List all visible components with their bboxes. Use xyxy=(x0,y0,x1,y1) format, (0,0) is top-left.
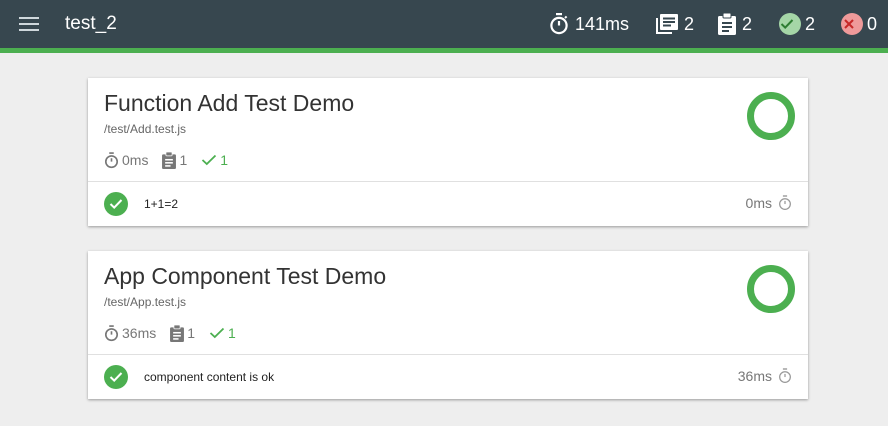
clipboard-icon xyxy=(162,151,177,169)
summary-suites-value: 2 xyxy=(684,13,695,34)
summary-tests: 2 xyxy=(718,10,752,38)
suite-duration: 36ms xyxy=(104,324,157,342)
suite-tests: 1 xyxy=(170,324,196,342)
clipboard-icon xyxy=(718,13,736,35)
suite-card: Function Add Test Demo /test/Add.test.js… xyxy=(88,78,808,226)
timer-icon xyxy=(779,368,791,383)
suite-stats: 0ms 1 1 xyxy=(104,150,242,170)
summary-failed-value: 0 xyxy=(867,13,878,34)
summary-passed: 2 xyxy=(779,10,815,38)
test-name: 1+1=2 xyxy=(144,197,179,211)
suite-tests-value: 1 xyxy=(179,152,188,168)
test-duration-value: 36ms xyxy=(737,368,772,384)
library-books-icon xyxy=(656,14,678,34)
pass-rate-donut xyxy=(747,265,795,313)
summary-failed: 0 xyxy=(841,10,877,38)
timer-icon xyxy=(104,151,119,168)
suite-stats: 36ms 1 1 xyxy=(104,323,250,343)
check-circle-icon xyxy=(104,365,128,389)
app-title: test_2 xyxy=(65,13,117,34)
timer-icon xyxy=(550,13,568,35)
test-row[interactable]: component content is ok 36ms xyxy=(88,355,808,399)
test-duration: 0ms xyxy=(746,195,792,211)
test-duration: 36ms xyxy=(738,368,792,384)
timer-icon xyxy=(104,324,119,341)
suite-duration-value: 0ms xyxy=(122,152,149,168)
check-circle-icon xyxy=(104,192,128,216)
pass-rate-donut xyxy=(747,92,795,140)
check-icon xyxy=(209,327,225,339)
suite-tests-value: 1 xyxy=(187,325,196,341)
summary-tests-value: 2 xyxy=(742,13,753,34)
check-icon xyxy=(202,154,217,166)
summary-suites: 2 xyxy=(656,10,694,38)
suite-card: App Component Test Demo /test/App.test.j… xyxy=(88,251,808,399)
suite-path: /test/Add.test.js xyxy=(104,122,187,136)
clipboard-icon xyxy=(170,324,185,342)
menu-icon[interactable] xyxy=(19,17,39,31)
close-circle-icon xyxy=(841,13,863,35)
suite-duration-value: 36ms xyxy=(122,325,157,341)
status-bar-accent xyxy=(0,48,888,53)
summary-duration: 141ms xyxy=(549,10,629,38)
test-row[interactable]: 1+1=2 0ms xyxy=(88,182,808,226)
top-app-bar: test_2 141ms 2 2 2 0 xyxy=(0,0,888,48)
suite-path: /test/App.test.js xyxy=(104,295,187,309)
suite-tests: 1 xyxy=(162,151,188,169)
suite-title: App Component Test Demo xyxy=(104,263,387,289)
test-name: component content is ok xyxy=(144,370,275,384)
suite-passed-value: 1 xyxy=(220,152,229,168)
test-duration-value: 0ms xyxy=(745,195,772,211)
summary-duration-value: 141ms xyxy=(575,13,630,34)
suite-passed: 1 xyxy=(201,152,228,168)
check-circle-icon xyxy=(779,13,801,35)
timer-icon xyxy=(779,195,791,210)
suite-duration: 0ms xyxy=(104,151,149,169)
summary-passed-value: 2 xyxy=(805,13,816,34)
suite-title: Function Add Test Demo xyxy=(104,90,355,116)
suite-passed: 1 xyxy=(209,325,236,341)
suite-passed-value: 1 xyxy=(228,325,236,341)
